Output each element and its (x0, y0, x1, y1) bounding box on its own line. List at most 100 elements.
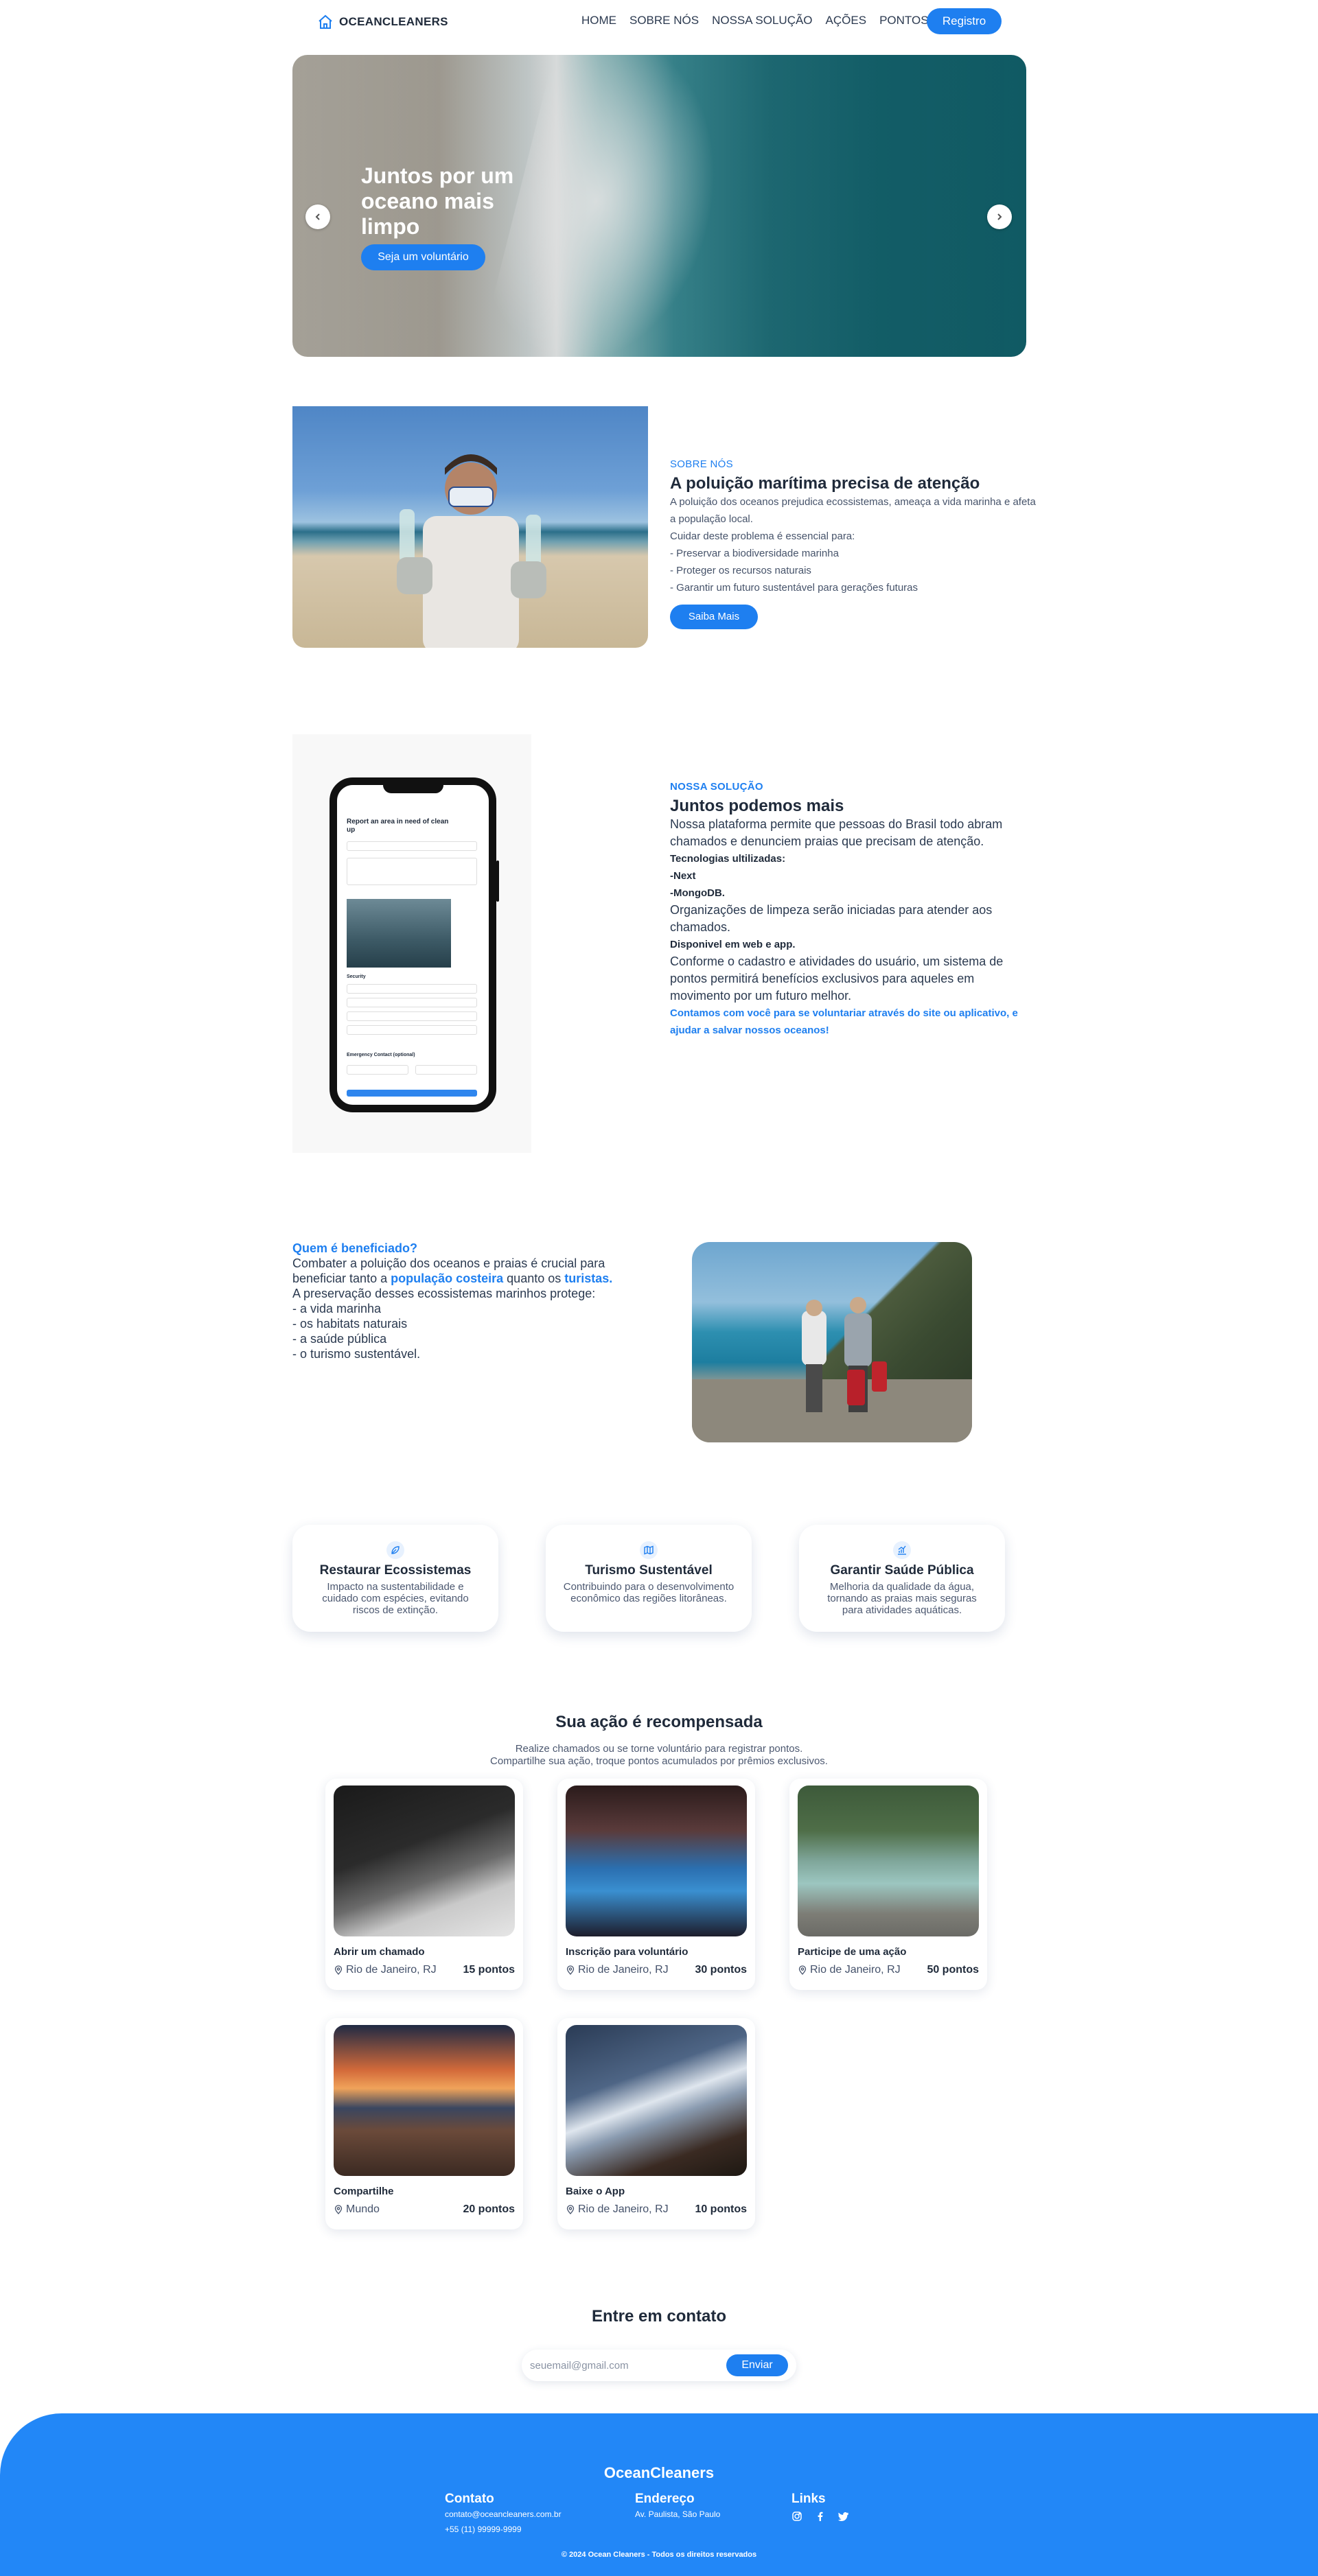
phone-section-label: Security (347, 974, 366, 979)
hero-banner: Juntos por um oceano mais limpo Seja um … (292, 55, 1026, 357)
footer-links: Links (791, 2492, 849, 2522)
beneficiaries-item: - a vida marinha (292, 1302, 382, 1315)
phone-contact-label: Emergency Contact (optional) (347, 1053, 415, 1057)
card-title: Restaurar Ecossistemas (319, 1563, 472, 1578)
map-pin-icon (566, 1965, 575, 1975)
volunteer-signup-photo (566, 1785, 747, 1936)
action-points: 50 pontos (927, 1964, 979, 1976)
benefit-card-health: Garantir Saúde Pública Melhoria da quali… (799, 1525, 1005, 1632)
tech-next: -Next (670, 870, 696, 882)
footer-email[interactable]: contato@oceancleaners.com.br (445, 2507, 562, 2522)
nav-nossa-solucao[interactable]: NOSSA SOLUÇÃO (712, 14, 812, 27)
volunteer-illustration (397, 454, 546, 648)
nav-sobre-nos[interactable]: SOBRE NÓS (629, 14, 699, 27)
action-points: 30 pontos (695, 1964, 747, 1976)
beneficiaries-item: - a saúde pública (292, 1332, 387, 1346)
action-name: Participe de uma ação (798, 1946, 907, 1958)
solution-kicker: NOSSA SOLUÇÃO (670, 781, 763, 793)
instagram-icon[interactable] (791, 2511, 802, 2522)
chart-icon (898, 1545, 906, 1555)
learn-more-button[interactable]: Saiba Mais (670, 605, 758, 629)
availability-text: Disponivel em web e app. (670, 939, 796, 950)
phone-ocean-image (347, 899, 451, 968)
laptop-photo (334, 1785, 515, 1936)
action-card[interactable]: Abrir um chamado Rio de Janeiro, RJ 15 p… (325, 1779, 523, 1990)
footer: OceanCleaners Contato contato@oceanclean… (0, 2413, 1318, 2576)
beneficiaries-protects: A preservação desses ecossistemas marinh… (292, 1287, 596, 1300)
action-location: Mundo (334, 2203, 380, 2216)
benefit-card-ecosystems: Restaurar Ecossistemas Impacto na susten… (292, 1525, 498, 1632)
carousel-next-button[interactable] (987, 204, 1012, 229)
map-pin-icon (798, 1965, 807, 1975)
about-line: - Proteger os recursos naturais (670, 565, 811, 576)
action-location: Rio de Janeiro, RJ (566, 2203, 669, 2216)
solution-cta: Contamos com você para se voluntariar at… (670, 1007, 1018, 1036)
action-location: Rio de Janeiro, RJ (798, 1964, 901, 1976)
trash-bag-photo (798, 1785, 979, 1936)
map-pin-icon (566, 2205, 575, 2214)
phone-app-photo (566, 2025, 747, 2176)
card-title: Turismo Sustentável (585, 1563, 713, 1578)
solution-paragraph: Conforme o cadastro e atividades do usuá… (670, 955, 1004, 1003)
card-description: Impacto na sustentabilidade e cuidado co… (322, 1581, 469, 1616)
facebook-icon[interactable] (815, 2511, 826, 2522)
chevron-right-icon (997, 213, 1002, 220)
benefit-card-tourism: Turismo Sustentável Contribuindo para o … (546, 1525, 752, 1632)
home-icon (319, 14, 332, 29)
action-points: 10 pontos (695, 2203, 747, 2215)
nav-home[interactable]: HOME (581, 14, 616, 27)
about-line: - Garantir um futuro sustentável para ge… (670, 582, 918, 594)
action-name: Compartilhe (334, 2186, 394, 2197)
chevron-left-icon (315, 213, 320, 220)
register-button[interactable]: Registro (927, 8, 1002, 34)
action-card[interactable]: Compartilhe Mundo 20 pontos (325, 2018, 523, 2229)
map-pin-icon (334, 1965, 343, 1975)
solution-paragraph: Organizações de limpeza serão iniciadas … (670, 903, 993, 934)
map-pin-icon (334, 2205, 343, 2214)
nav-pontos[interactable]: PONTOS (879, 14, 928, 27)
twitter-icon[interactable] (838, 2511, 849, 2522)
about-line: - Preservar a biodiversidade marinha (670, 548, 839, 559)
nav-links: HOME SOBRE NÓS NOSSA SOLUÇÃO AÇÕES PONTO… (581, 14, 929, 27)
tourists-photo (692, 1242, 972, 1442)
action-name: Baixe o App (566, 2186, 625, 2197)
rewards-title: Sua ação é recompensada (555, 1713, 763, 1731)
card-description: Melhoria da qualidade da água, tornando … (827, 1581, 977, 1616)
about-line: A poluição dos oceanos prejudica ecossis… (670, 496, 1036, 525)
footer-copyright: © 2024 Ocean Cleaners - Todos os direito… (561, 2551, 757, 2559)
nav-acoes[interactable]: AÇÕES (826, 14, 867, 27)
solution-title: Juntos podemos mais (670, 797, 844, 815)
tech-label: Tecnologias ultilizadas: (670, 853, 786, 865)
volunteer-button[interactable]: Seja um voluntário (361, 244, 485, 270)
contact-title: Entre em contato (591, 2307, 727, 2326)
action-name: Abrir um chamado (334, 1946, 425, 1958)
beneficiaries-item: - o turismo sustentável. (292, 1347, 421, 1361)
about-line: Cuidar deste problema é essencial para: (670, 530, 855, 542)
action-location: Rio de Janeiro, RJ (334, 1964, 437, 1976)
send-button[interactable]: Enviar (726, 2354, 788, 2376)
beneficiaries-item: - os habitats naturais (292, 1317, 408, 1331)
volunteer-photo (292, 406, 648, 648)
brand-name: OCEANCLEANERS (339, 15, 448, 28)
action-card[interactable]: Baixe o App Rio de Janeiro, RJ 10 pontos (557, 2018, 755, 2229)
sunset-phone-photo (334, 2025, 515, 2176)
footer-contact: Contato contato@oceancleaners.com.br +55… (445, 2492, 562, 2537)
carousel-prev-button[interactable] (305, 204, 330, 229)
leaf-icon (391, 1546, 400, 1554)
footer-phone: +55 (11) 99999-9999 (445, 2525, 522, 2534)
footer-brand: OceanCleaners (603, 2464, 715, 2481)
action-card[interactable]: Inscrição para voluntário Rio de Janeiro… (557, 1779, 755, 1990)
about-section: SOBRE NÓS A poluição marítima precisa de… (670, 458, 1041, 629)
action-name: Inscrição para voluntário (566, 1946, 689, 1958)
solution-section: NOSSA SOLUÇÃO Juntos podemos mais Nossa … (670, 781, 1027, 1039)
action-card[interactable]: Participe de uma ação Rio de Janeiro, RJ… (789, 1779, 987, 1990)
navbar: OCEANCLEANERS HOME SOBRE NÓS NOSSA SOLUÇ… (0, 0, 1318, 43)
email-input[interactable] (530, 2356, 722, 2374)
newsletter-form: Enviar (522, 2350, 796, 2381)
beneficiaries-paragraph: Combater a poluição dos oceanos e praias… (292, 1256, 613, 1285)
card-title: Garantir Saúde Pública (830, 1563, 974, 1578)
hero-title: Juntos por um oceano mais limpo (361, 163, 514, 239)
about-kicker: SOBRE NÓS (670, 458, 733, 470)
brand-logo[interactable]: OCEANCLEANERS (317, 14, 448, 30)
solution-paragraph: Nossa plataforma permite que pessoas do … (670, 817, 1003, 848)
